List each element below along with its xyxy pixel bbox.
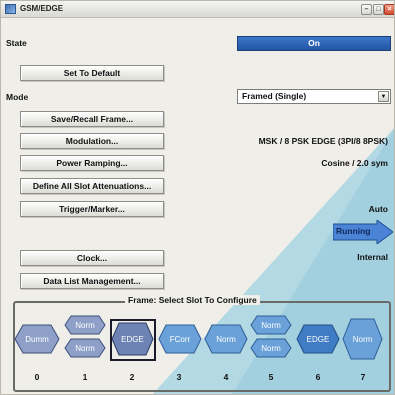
slot-number-4: 4 <box>223 372 229 382</box>
slot-number-2: 2 <box>129 372 135 382</box>
slot-number-1: 1 <box>82 372 88 382</box>
slot-5-label-upper: Norm <box>261 321 281 330</box>
slot-number-7: 7 <box>360 372 366 382</box>
slot-number-5: 5 <box>268 372 274 382</box>
slot-1-label-upper: Norm <box>75 321 95 330</box>
slot-3-label: FCorr <box>169 335 191 344</box>
slot-7-label: Norm <box>352 335 373 344</box>
slot-number-6: 6 <box>315 372 321 382</box>
slot-2-label: EDGE <box>121 335 144 344</box>
slot-6-label: EDGE <box>306 335 330 344</box>
gsm-edge-window: GSM/EDGE – □ × State On Set To Default M… <box>0 0 395 395</box>
slot-0-label: Dumm <box>25 335 49 344</box>
slot-5-label-lower: Norm <box>261 344 281 353</box>
slot-number-0: 0 <box>34 372 40 382</box>
slot-4-label: Norm <box>216 335 236 344</box>
slot-1-label-lower: Norm <box>75 344 95 353</box>
slot-number-3: 3 <box>176 372 182 382</box>
